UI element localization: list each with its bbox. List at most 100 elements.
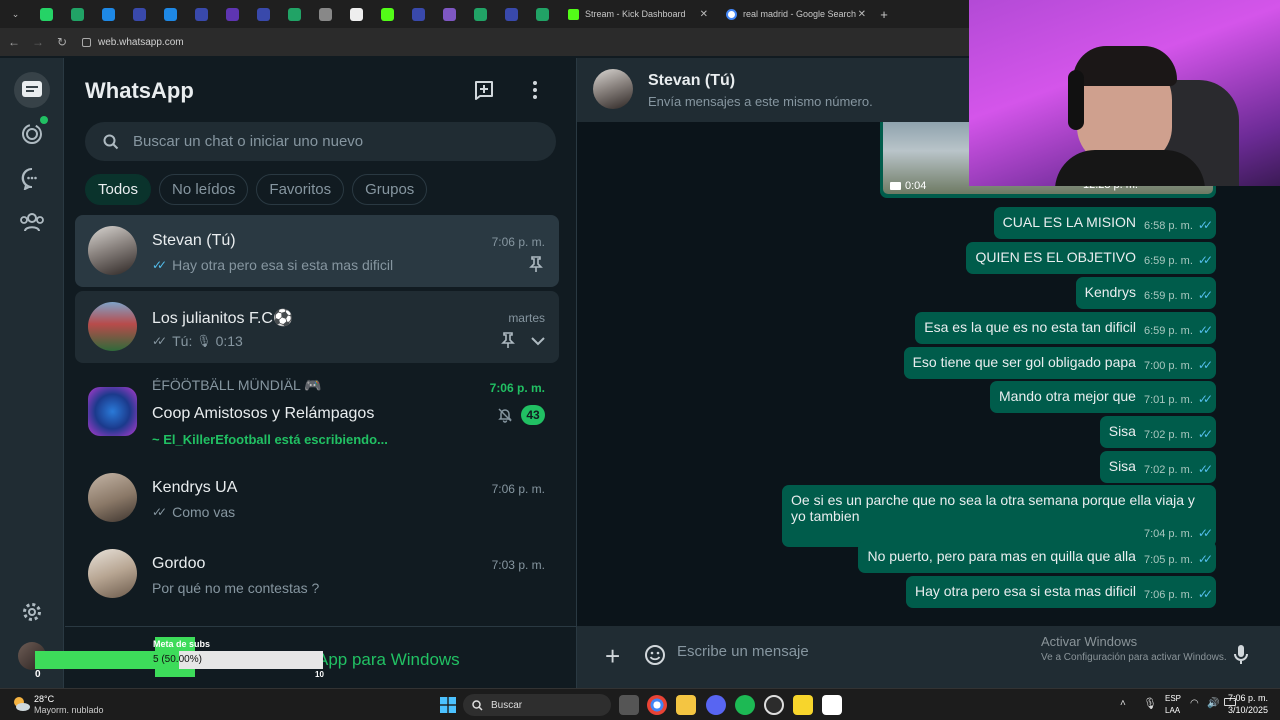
streamer-shirt — [1055, 150, 1205, 186]
clock-date[interactable]: 3/10/2025 — [1228, 705, 1268, 715]
emoji-icon[interactable] — [644, 644, 666, 671]
pinned-tab[interactable] — [62, 0, 93, 28]
language-bottom[interactable]: LAA — [1165, 706, 1180, 715]
chevron-down-icon[interactable] — [531, 333, 545, 351]
message-bubble[interactable]: QUIEN ES EL OBJETIVO 6:59 p. m. ✓✓ — [966, 242, 1216, 274]
pinned-tab[interactable] — [279, 0, 310, 28]
pinned-tab[interactable] — [31, 0, 62, 28]
chats-nav-button[interactable] — [14, 72, 50, 108]
site-favicon-icon — [226, 7, 239, 21]
file-explorer-icon[interactable] — [676, 695, 696, 715]
close-icon[interactable]: ✕ — [700, 9, 708, 20]
chat-item-stevan[interactable]: Stevan (Tú) 7:06 p. m. ✓✓ Hay otra pero e… — [75, 215, 559, 287]
new-chat-button[interactable] — [473, 78, 497, 102]
pinned-tab[interactable] — [248, 0, 279, 28]
preview-text: 0:13 — [215, 333, 243, 349]
filter-no-leidos[interactable]: No leídos — [159, 174, 249, 205]
settings-nav-button[interactable] — [14, 594, 50, 630]
capcut-icon[interactable] — [822, 695, 842, 715]
site-info-icon[interactable] — [82, 37, 91, 47]
language-top[interactable]: ESP — [1165, 694, 1181, 703]
task-view-icon[interactable] — [619, 695, 639, 715]
message-bubble[interactable]: Sisa 7:02 p. m. ✓✓ — [1099, 451, 1216, 483]
contact-subtitle: Envía mensajes a este mismo número. — [648, 94, 873, 109]
communities-nav-button[interactable] — [14, 204, 50, 240]
pinned-tab[interactable] — [465, 0, 496, 28]
close-icon[interactable]: ✕ — [858, 9, 866, 20]
weather-desc: Mayorm. nublado — [34, 705, 104, 715]
microphone-tray-icon[interactable]: 🎙 — [1143, 697, 1157, 710]
chrome-icon[interactable] — [647, 695, 667, 715]
message-bubble[interactable]: Mando otra mejor que 7:01 p. m. ✓✓ — [990, 381, 1216, 413]
pinned-tab[interactable] — [403, 0, 434, 28]
sticky-notes-icon[interactable] — [793, 695, 813, 715]
weather-icon[interactable] — [10, 693, 32, 715]
tab-kick-dashboard[interactable]: Stream - Kick Dashboard ✕ — [558, 0, 716, 28]
message-text: CUAL ES LA MISION — [1002, 214, 1136, 230]
message-meta: 6:59 p. m. ✓✓ — [1144, 253, 1213, 267]
chat-item-coop-amistosos[interactable]: ÉFÖÖTBÄLL MÜNDIÄL 🎮 Coop Amistosos y Rel… — [75, 367, 559, 453]
pinned-tab[interactable] — [217, 0, 248, 28]
tab-list-button[interactable]: ⌄ — [0, 0, 31, 28]
tab-google-search[interactable]: real madrid - Google Search ✕ — [716, 0, 874, 28]
message-bubble[interactable]: Hay otra pero esa si esta mas dificil 7:0… — [905, 576, 1216, 608]
message-bubble[interactable]: CUAL ES LA MISION 6:58 p. m. ✓✓ — [993, 207, 1216, 239]
obs-icon[interactable] — [764, 695, 784, 715]
message-text: QUIEN ES EL OBJETIVO — [975, 249, 1136, 265]
message-input[interactable]: Escribe un mensaje — [677, 643, 809, 660]
message-meta: 6:59 p. m. ✓✓ — [1144, 323, 1213, 337]
status-nav-button[interactable] — [14, 116, 50, 152]
read-ticks-icon: ✓✓ — [1197, 253, 1213, 267]
avatar[interactable] — [593, 69, 633, 109]
pinned-tab[interactable] — [186, 0, 217, 28]
pinned-tab[interactable] — [124, 0, 155, 28]
chat-preview: Por qué no me contestas ? — [152, 580, 319, 596]
pinned-tab[interactable] — [372, 0, 403, 28]
chevron-up-icon[interactable]: ˄ — [1120, 698, 1126, 709]
menu-button[interactable] — [525, 78, 545, 102]
reload-icon[interactable]: ↻ — [50, 35, 74, 49]
pinned-tab[interactable] — [341, 0, 372, 28]
windows-start-icon[interactable] — [440, 697, 456, 718]
wifi-icon[interactable]: ◠ — [1190, 698, 1199, 709]
attach-plus-icon[interactable]: + — [605, 643, 620, 669]
mic-icon[interactable] — [1233, 644, 1249, 671]
message-bubble[interactable]: No puerto, pero para mas en quilla que a… — [858, 541, 1216, 573]
channels-nav-button[interactable] — [14, 160, 50, 196]
message-bubble[interactable]: Eso tiene que ser gol obligado papa 7:00 … — [903, 347, 1216, 379]
message-bubble[interactable]: Sisa 7:02 p. m. ✓✓ — [1099, 416, 1216, 448]
pinned-tab[interactable] — [93, 0, 124, 28]
volume-icon[interactable]: 🔊 — [1207, 698, 1219, 709]
pinned-tab[interactable] — [155, 0, 186, 28]
filter-grupos[interactable]: Grupos — [352, 174, 428, 205]
pinned-tab[interactable] — [434, 0, 465, 28]
discord-icon[interactable] — [706, 695, 726, 715]
message-bubble[interactable]: Kendrys 6:59 p. m. ✓✓ — [1075, 277, 1216, 309]
preview-text: Hay otra pero esa si esta mas dificil — [172, 257, 394, 273]
spotify-icon[interactable] — [735, 695, 755, 715]
avatar — [88, 387, 137, 436]
pinned-tab[interactable] — [310, 0, 341, 28]
muted-icon — [497, 407, 513, 428]
new-tab-button[interactable]: + — [874, 7, 894, 22]
webcam-overlay — [969, 0, 1280, 186]
get-app-link[interactable]: App para Windows — [317, 650, 460, 670]
forward-icon[interactable]: → — [26, 35, 50, 49]
back-icon[interactable]: ← — [2, 35, 26, 49]
avatar — [88, 549, 137, 598]
pinned-tab[interactable] — [527, 0, 558, 28]
taskbar-search[interactable]: Buscar — [463, 694, 611, 716]
filter-todos[interactable]: Todos — [85, 174, 152, 205]
message-bubble[interactable]: Oe si es un parche que no sea la otra se… — [782, 485, 1216, 547]
pinned-tab[interactable] — [496, 0, 527, 28]
chat-item-los-julianitos[interactable]: Los julianitos F.C⚽ martes ✓✓ Tú: 🎙 0:13 — [75, 291, 559, 363]
chat-item-gordoo[interactable]: Gordoo 7:03 p. m. Por qué no me contesta… — [75, 538, 559, 610]
clock-time[interactable]: 7:06 p. m. — [1228, 693, 1268, 703]
filter-favoritos[interactable]: Favoritos — [256, 174, 345, 205]
chat-item-kendrys[interactable]: Kendrys UA 7:06 p. m. ✓✓ Como vas — [75, 462, 559, 534]
url-field[interactable]: web.whatsapp.com — [82, 37, 184, 48]
message-bubble[interactable]: Esa es la que es no esta tan dificil 6:59… — [915, 312, 1216, 344]
read-ticks-icon: ✓✓ — [152, 334, 167, 348]
search-input[interactable]: Buscar un chat o iniciar uno nuevo — [85, 122, 556, 161]
message-meta: 7:05 p. m. ✓✓ — [1144, 552, 1213, 566]
